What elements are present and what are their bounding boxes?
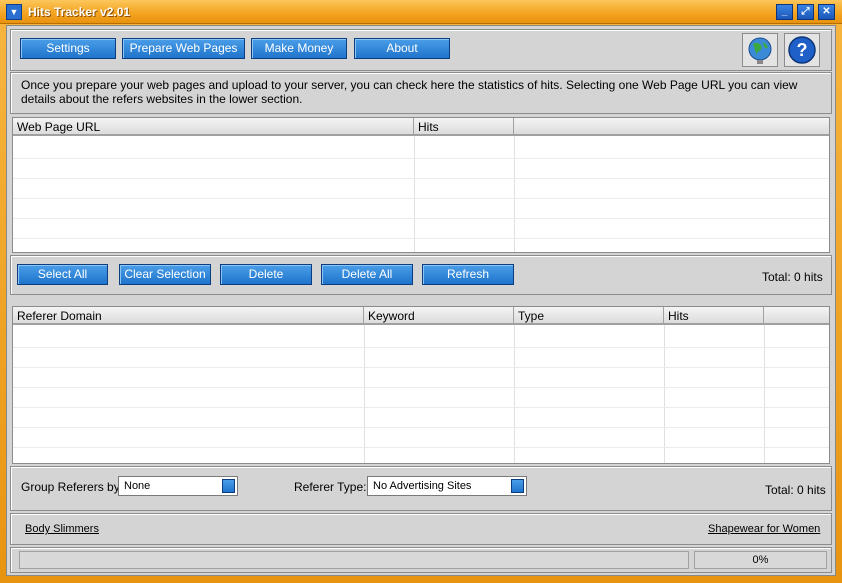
prepare-web-pages-button[interactable]: Prepare Web Pages <box>122 38 245 59</box>
about-button[interactable]: About <box>354 38 450 59</box>
group-referers-select[interactable]: None <box>118 476 238 496</box>
client-area: Settings Prepare Web Pages Make Money Ab… <box>6 25 836 576</box>
referer-table-header: Referer Domain Keyword Type Hits <box>13 307 829 325</box>
delete-all-button[interactable]: Delete All <box>321 264 413 285</box>
info-text: Once you prepare your web pages and uplo… <box>21 78 798 106</box>
progress-percent: 0% <box>694 551 827 569</box>
column-type[interactable]: Type <box>514 307 664 325</box>
referer-table[interactable]: Referer Domain Keyword Type Hits <box>12 306 830 464</box>
globe-icon <box>748 37 772 64</box>
status-panel: 0% <box>10 547 832 573</box>
column-referer-domain[interactable]: Referer Domain <box>13 307 364 325</box>
pages-total-hits: Total: 0 hits <box>762 270 823 284</box>
make-money-button[interactable]: Make Money <box>251 38 347 59</box>
dropdown-arrow-icon[interactable] <box>222 479 235 493</box>
web-pages-table[interactable]: Web Page URL Hits <box>12 117 830 253</box>
globe-button[interactable] <box>742 33 778 67</box>
column-referer-hits[interactable]: Hits <box>664 307 764 325</box>
maximize-icon[interactable]: ⤢ <box>797 4 814 20</box>
progress-bar <box>19 551 689 569</box>
dropdown-arrow-icon[interactable] <box>511 479 524 493</box>
info-panel: Once you prepare your web pages and uplo… <box>10 72 832 114</box>
toolbar-panel: Settings Prepare Web Pages Make Money Ab… <box>10 29 832 71</box>
delete-button[interactable]: Delete <box>220 264 312 285</box>
app-window: ▼ Hits Tracker v2.01 _ ⤢ ✕ Settings Prep… <box>0 0 842 583</box>
links-panel: Body Slimmers Shapewear for Women <box>10 513 832 545</box>
referer-total-hits: Total: 0 hits <box>765 483 826 497</box>
settings-button[interactable]: Settings <box>20 38 116 59</box>
referer-type-value: No Advertising Sites <box>373 480 472 492</box>
group-referers-label: Group Referers by: <box>21 480 124 494</box>
actions-panel: Select All Clear Selection Delete Delete… <box>10 255 832 295</box>
referer-type-label: Referer Type: <box>294 480 367 494</box>
minimize-icon[interactable]: _ <box>776 4 793 20</box>
select-all-button[interactable]: Select All <box>17 264 108 285</box>
window-title: Hits Tracker v2.01 <box>28 5 131 19</box>
body-slimmers-link[interactable]: Body Slimmers <box>25 523 99 535</box>
clear-selection-button[interactable]: Clear Selection <box>119 264 211 285</box>
system-menu-icon[interactable]: ▼ <box>6 4 22 20</box>
help-icon: ? <box>788 36 816 64</box>
column-filler <box>764 307 829 325</box>
close-icon[interactable]: ✕ <box>818 4 835 20</box>
refresh-button[interactable]: Refresh <box>422 264 514 285</box>
help-button[interactable]: ? <box>784 33 820 67</box>
filters-panel: Group Referers by: None Referer Type: No… <box>10 466 832 511</box>
referer-type-select[interactable]: No Advertising Sites <box>367 476 527 496</box>
shapewear-link[interactable]: Shapewear for Women <box>708 523 820 535</box>
column-web-page-url[interactable]: Web Page URL <box>13 118 414 136</box>
group-referers-value: None <box>124 480 151 492</box>
title-bar[interactable]: ▼ Hits Tracker v2.01 _ ⤢ ✕ <box>0 0 842 24</box>
column-filler <box>514 118 829 136</box>
svg-text:?: ? <box>797 40 808 60</box>
column-keyword[interactable]: Keyword <box>364 307 514 325</box>
column-hits[interactable]: Hits <box>414 118 514 136</box>
web-pages-table-header: Web Page URL Hits <box>13 118 829 136</box>
